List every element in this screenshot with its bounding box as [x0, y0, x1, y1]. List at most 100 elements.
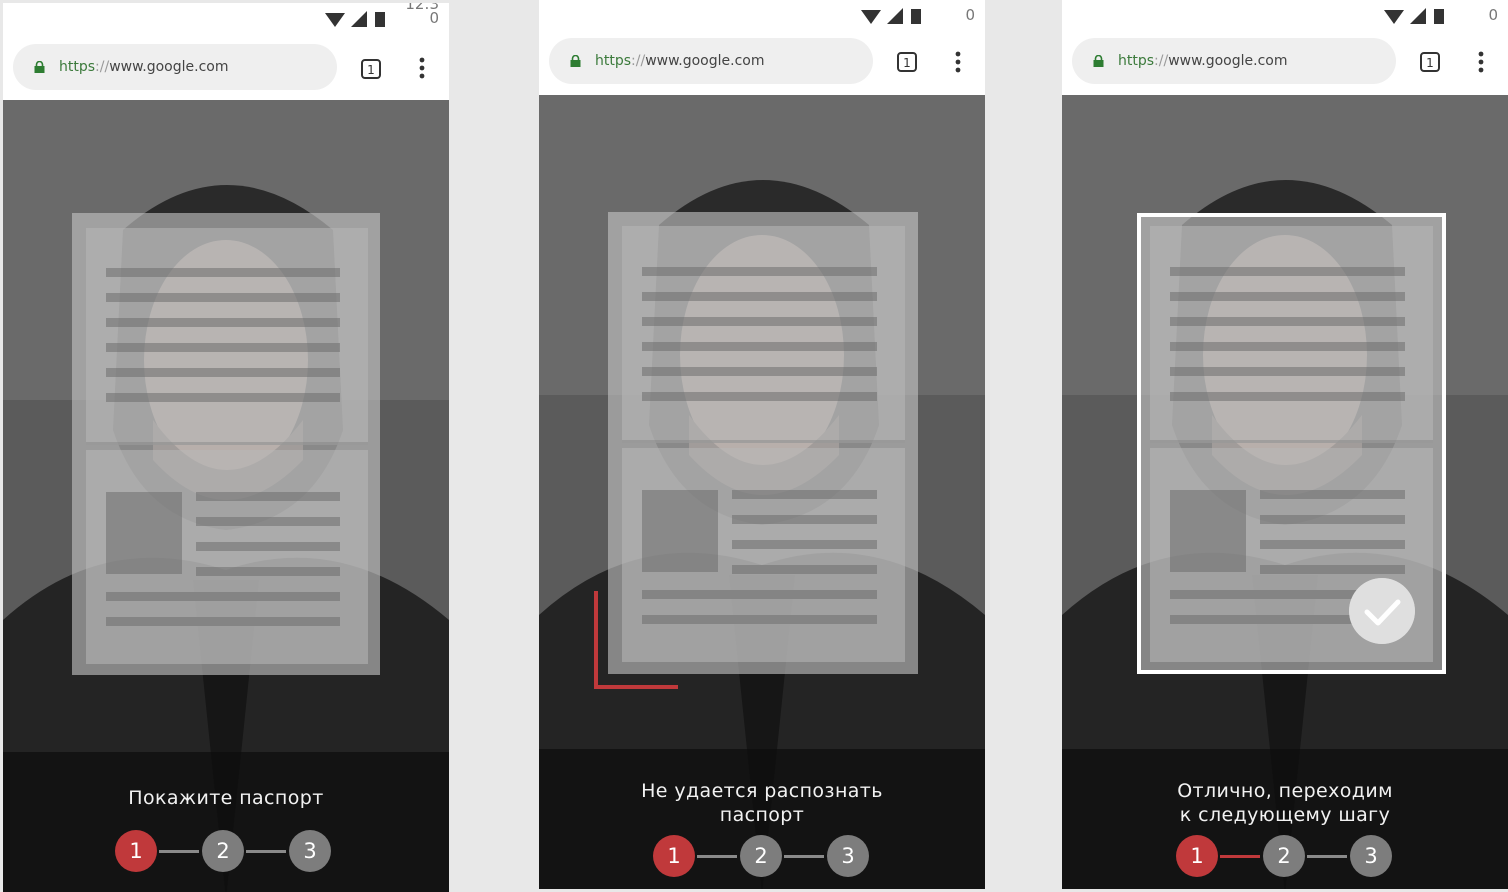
- doc-line: [732, 540, 877, 549]
- step-indicator: 1 2 3: [3, 830, 449, 874]
- doc-line: [106, 617, 340, 626]
- status-icons: [1384, 8, 1444, 24]
- wifi-icon: [861, 10, 881, 24]
- status-icons: [861, 8, 921, 24]
- step-3: 3: [827, 835, 869, 877]
- instruction-line-2: к следующему шагу: [1179, 804, 1391, 826]
- doc-line: [642, 367, 877, 376]
- url-scheme: https: [595, 53, 632, 69]
- camera-view: Покажите паспорт 1 2 3: [3, 100, 449, 892]
- doc-line: [196, 492, 340, 501]
- step-1: 1: [115, 830, 157, 872]
- url-separator: ://: [95, 59, 110, 75]
- battery-icon: [911, 9, 921, 24]
- step-connector: [697, 855, 737, 858]
- url-text: https://www.google.com: [59, 59, 228, 75]
- doc-line: [732, 490, 877, 499]
- status-counter: 0: [429, 9, 439, 27]
- step-1: 1: [1176, 835, 1218, 877]
- instruction-text: Покажите паспорт: [128, 787, 324, 809]
- instruction-line-1: Отлично, переходим: [1177, 780, 1393, 802]
- tab-switcher-button[interactable]: 1: [1419, 51, 1441, 73]
- doc-line: [732, 565, 877, 574]
- doc-line: [196, 567, 340, 576]
- camera-view: Не удается распознать паспорт 1 2 3: [539, 95, 985, 889]
- url-text: https://www.google.com: [595, 53, 764, 69]
- checkmark-icon: [1349, 578, 1415, 644]
- tab-switcher-button[interactable]: 1: [360, 58, 382, 80]
- doc-line: [106, 343, 340, 352]
- passport-page-top: [622, 226, 905, 443]
- step-3: 3: [289, 830, 331, 872]
- step-connector: [784, 855, 824, 858]
- step-2: 2: [202, 830, 244, 872]
- instruction-panel: Отлично, переходим к следующему шагу 1 2…: [1062, 749, 1508, 889]
- step-indicator: 1 2 3: [539, 835, 985, 879]
- instruction-text: Отлично, переходим к следующему шагу: [1062, 779, 1508, 827]
- more-menu-icon[interactable]: [415, 56, 429, 80]
- instruction-line-1: Не удается распознать: [641, 780, 883, 802]
- instruction-line-2: паспорт: [719, 804, 805, 826]
- url-scheme: https: [1118, 53, 1155, 69]
- url-host: www.google.com: [109, 59, 229, 75]
- phone-screen-3: 0 https://www.google.com 1 Отлично, пере…: [1062, 0, 1508, 889]
- address-bar[interactable]: https://www.google.com: [1072, 38, 1396, 84]
- passport-photo-placeholder: [642, 490, 718, 572]
- status-counter: 0: [1488, 6, 1498, 24]
- doc-line: [642, 342, 877, 351]
- doc-line: [106, 293, 340, 302]
- signal-icon: [887, 8, 903, 24]
- phone-screen-2: 0 https://www.google.com 1 Не удается ра…: [539, 0, 985, 889]
- lock-icon: [34, 61, 45, 73]
- url-separator: ://: [631, 53, 646, 69]
- url-separator: ://: [1154, 53, 1169, 69]
- status-icons: [325, 11, 385, 27]
- passport-page-top: [86, 228, 368, 445]
- step-connector: [1307, 855, 1347, 858]
- doc-line: [106, 368, 340, 377]
- url-text: https://www.google.com: [1118, 53, 1287, 69]
- doc-line: [732, 515, 877, 524]
- more-menu-icon[interactable]: [951, 50, 965, 74]
- status-counter: 0: [965, 6, 975, 24]
- status-bar: 0: [1062, 0, 1508, 34]
- step-2: 2: [740, 835, 782, 877]
- passport-photo-placeholder: [106, 492, 182, 574]
- doc-line: [642, 317, 877, 326]
- status-bar: 12:3 0: [3, 3, 449, 37]
- doc-line: [642, 292, 877, 301]
- instruction-panel: Не удается распознать паспорт 1 2 3: [539, 749, 985, 889]
- step-indicator: 1 2 3: [1062, 835, 1508, 879]
- more-menu-icon[interactable]: [1474, 50, 1488, 74]
- signal-icon: [351, 11, 367, 27]
- instruction-panel: Покажите паспорт 1 2 3: [3, 752, 449, 892]
- url-host: www.google.com: [1168, 53, 1288, 69]
- address-bar[interactable]: https://www.google.com: [549, 38, 873, 84]
- scan-corner-marker: [594, 591, 678, 689]
- doc-line: [196, 517, 340, 526]
- battery-icon: [375, 12, 385, 27]
- status-bar: 0: [539, 0, 985, 34]
- address-bar[interactable]: https://www.google.com: [13, 44, 337, 90]
- wifi-icon: [1384, 10, 1404, 24]
- step-connector-done: [1220, 855, 1260, 858]
- lock-icon: [1093, 55, 1104, 67]
- instruction-text: Не удается распознать паспорт: [539, 779, 985, 827]
- wifi-icon: [325, 13, 345, 27]
- battery-icon: [1434, 9, 1444, 24]
- tab-count: 1: [903, 56, 911, 70]
- doc-line: [196, 542, 340, 551]
- phone-screen-1: 12:3 0 https://www.google.com 1 Покажите…: [3, 3, 449, 892]
- doc-line: [106, 393, 340, 402]
- step-connector: [159, 850, 199, 853]
- step-1: 1: [653, 835, 695, 877]
- tab-count: 1: [1426, 56, 1434, 70]
- tab-switcher-button[interactable]: 1: [896, 51, 918, 73]
- tab-count: 1: [367, 63, 375, 77]
- doc-line: [106, 592, 340, 601]
- doc-line: [642, 267, 877, 276]
- url-host: www.google.com: [645, 53, 765, 69]
- step-3: 3: [1350, 835, 1392, 877]
- url-scheme: https: [59, 59, 96, 75]
- lock-icon: [570, 55, 581, 67]
